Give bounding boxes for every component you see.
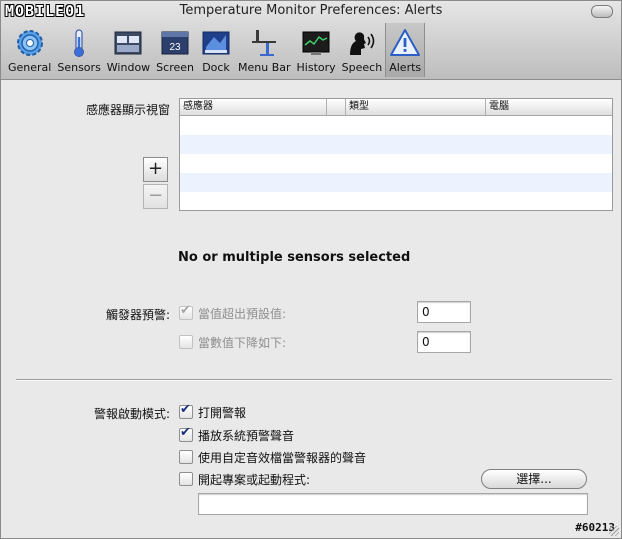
gear-icon (16, 30, 43, 56)
screen-icon: 23 (161, 31, 189, 55)
svg-text:23: 23 (170, 42, 182, 53)
tab-alerts[interactable]: Alerts (385, 23, 426, 77)
column-header-sensor[interactable]: 感應器 (180, 99, 327, 115)
menubar-icon (252, 30, 277, 56)
tab-general[interactable]: General (5, 23, 54, 77)
tab-window[interactable]: Window (104, 23, 153, 77)
above-threshold-label: 當值超出預設值: (198, 307, 287, 321)
app-path-field[interactable] (198, 493, 588, 515)
tab-general-label: General (8, 61, 52, 74)
launch-app-checkbox[interactable] (179, 472, 193, 486)
trigger-section-label: 觸發器預警: (105, 308, 170, 322)
sensors-table[interactable]: 感應器 類型 電腦 (179, 98, 613, 211)
thermometer-icon (74, 29, 85, 57)
column-header-blank[interactable] (327, 99, 346, 115)
table-row[interactable] (180, 135, 612, 154)
table-row[interactable] (180, 192, 612, 211)
toolbar: General Sensors Window 23 Screen Dock Me… (5, 23, 426, 77)
sensors-section-label: 感應器顯示視窗 (85, 103, 170, 117)
above-threshold-checkbox[interactable] (179, 303, 193, 320)
tab-speech[interactable]: Speech (339, 23, 386, 77)
selection-status: No or multiple sensors selected (178, 250, 411, 265)
tab-sensors[interactable]: Sensors (54, 23, 103, 77)
system-sound-checkbox[interactable] (179, 425, 193, 442)
launch-app-label: 開起專案或起動程式: (198, 473, 311, 487)
system-sound-label: 播放系統預警聲音 (198, 429, 295, 443)
table-row[interactable] (180, 116, 612, 135)
choose-button[interactable]: 選擇... (481, 469, 587, 489)
preferences-window: MOBILE01 Temperature Monitor Preferences… (0, 0, 622, 539)
window-icon (114, 31, 142, 55)
custom-sound-label: 使用自定音效檔當警報器的聲音 (198, 451, 367, 465)
column-header-computer[interactable]: 電腦 (486, 99, 610, 115)
below-threshold-checkbox[interactable] (179, 335, 193, 349)
open-alert-label: 打開警報 (198, 406, 247, 420)
tab-menu-bar-label: Menu Bar (238, 61, 291, 74)
section-divider (16, 379, 612, 381)
title-bar: MOBILE01 Temperature Monitor Preferences… (1, 1, 621, 80)
alert-mode-label: 警報啟動模式: (93, 407, 170, 421)
add-sensor-button[interactable]: + (143, 157, 168, 182)
resize-grip[interactable] (609, 526, 619, 536)
tab-sensors-label: Sensors (57, 61, 101, 74)
custom-sound-checkbox[interactable] (179, 450, 193, 464)
toolbar-toggle-button[interactable] (591, 5, 613, 18)
below-threshold-label: 當數值下降如下: (198, 336, 287, 350)
tab-menu-bar[interactable]: Menu Bar (235, 23, 294, 77)
table-row[interactable] (180, 154, 612, 173)
tab-screen[interactable]: 23 Screen (153, 23, 197, 77)
below-threshold-input[interactable]: 0 (417, 331, 471, 353)
tab-history[interactable]: History (294, 23, 339, 77)
tab-alerts-label: Alerts (389, 61, 422, 74)
tab-dock[interactable]: Dock (197, 23, 235, 77)
history-icon (302, 31, 330, 55)
open-alert-checkbox[interactable] (179, 402, 193, 419)
remove-sensor-button[interactable]: − (143, 184, 168, 209)
alert-icon (390, 29, 421, 56)
sensors-table-header: 感應器 類型 電腦 (180, 99, 612, 116)
tab-window-label: Window (106, 61, 151, 74)
dock-icon (202, 31, 230, 55)
window-title: Temperature Monitor Preferences: Alerts (179, 3, 443, 18)
tab-dock-label: Dock (202, 61, 230, 74)
speech-icon (349, 32, 375, 55)
tab-speech-label: Speech (341, 61, 383, 74)
tab-history-label: History (296, 61, 336, 74)
above-threshold-input[interactable]: 0 (417, 301, 471, 323)
tab-screen-label: Screen (156, 61, 194, 74)
table-row[interactable] (180, 173, 612, 192)
column-header-type[interactable]: 類型 (346, 99, 486, 115)
